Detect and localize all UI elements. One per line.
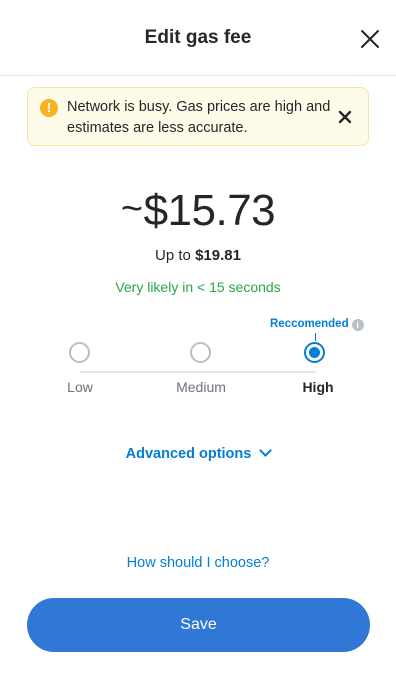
recommended-indicator	[315, 333, 316, 341]
max-fee: Up to $19.81	[0, 247, 396, 264]
chevron-down-icon	[259, 444, 273, 457]
fee-tilde: ~	[120, 188, 143, 230]
exclamation-circle-icon: !	[40, 99, 58, 117]
option-label-low[interactable]: Low	[35, 379, 125, 395]
radio-high[interactable]	[304, 342, 325, 363]
option-track	[80, 371, 316, 373]
fee-amount: $15.73	[143, 186, 276, 235]
header: Edit gas fee	[0, 0, 396, 76]
radio-low[interactable]	[69, 342, 90, 363]
recommended-label: Reccomended	[270, 318, 349, 330]
option-label-medium[interactable]: Medium	[156, 379, 246, 395]
info-icon[interactable]: i	[351, 319, 364, 331]
max-fee-prefix: Up to	[155, 247, 191, 264]
estimated-fee: ~$15.73	[0, 186, 396, 236]
page-title: Edit gas fee	[144, 27, 252, 48]
advanced-options-label: Advanced options	[125, 446, 252, 462]
advanced-options-toggle[interactable]: Advanced options	[0, 444, 396, 462]
network-busy-warning: ! Network is busy. Gas prices are high a…	[27, 87, 369, 146]
timing-estimate: Very likely in < 15 seconds	[115, 279, 281, 295]
close-icon[interactable]	[357, 26, 383, 52]
recommended-badge: Reccomended i	[270, 318, 364, 331]
option-label-high[interactable]: High	[273, 379, 363, 395]
warning-text: Network is busy. Gas prices are high and…	[67, 99, 331, 136]
max-fee-value: $19.81	[195, 247, 241, 264]
close-icon[interactable]	[338, 110, 352, 124]
how-to-choose-link[interactable]: How should I choose?	[0, 555, 396, 571]
radio-selected-dot	[309, 347, 320, 358]
save-button[interactable]: Save	[27, 598, 370, 652]
radio-medium[interactable]	[190, 342, 211, 363]
